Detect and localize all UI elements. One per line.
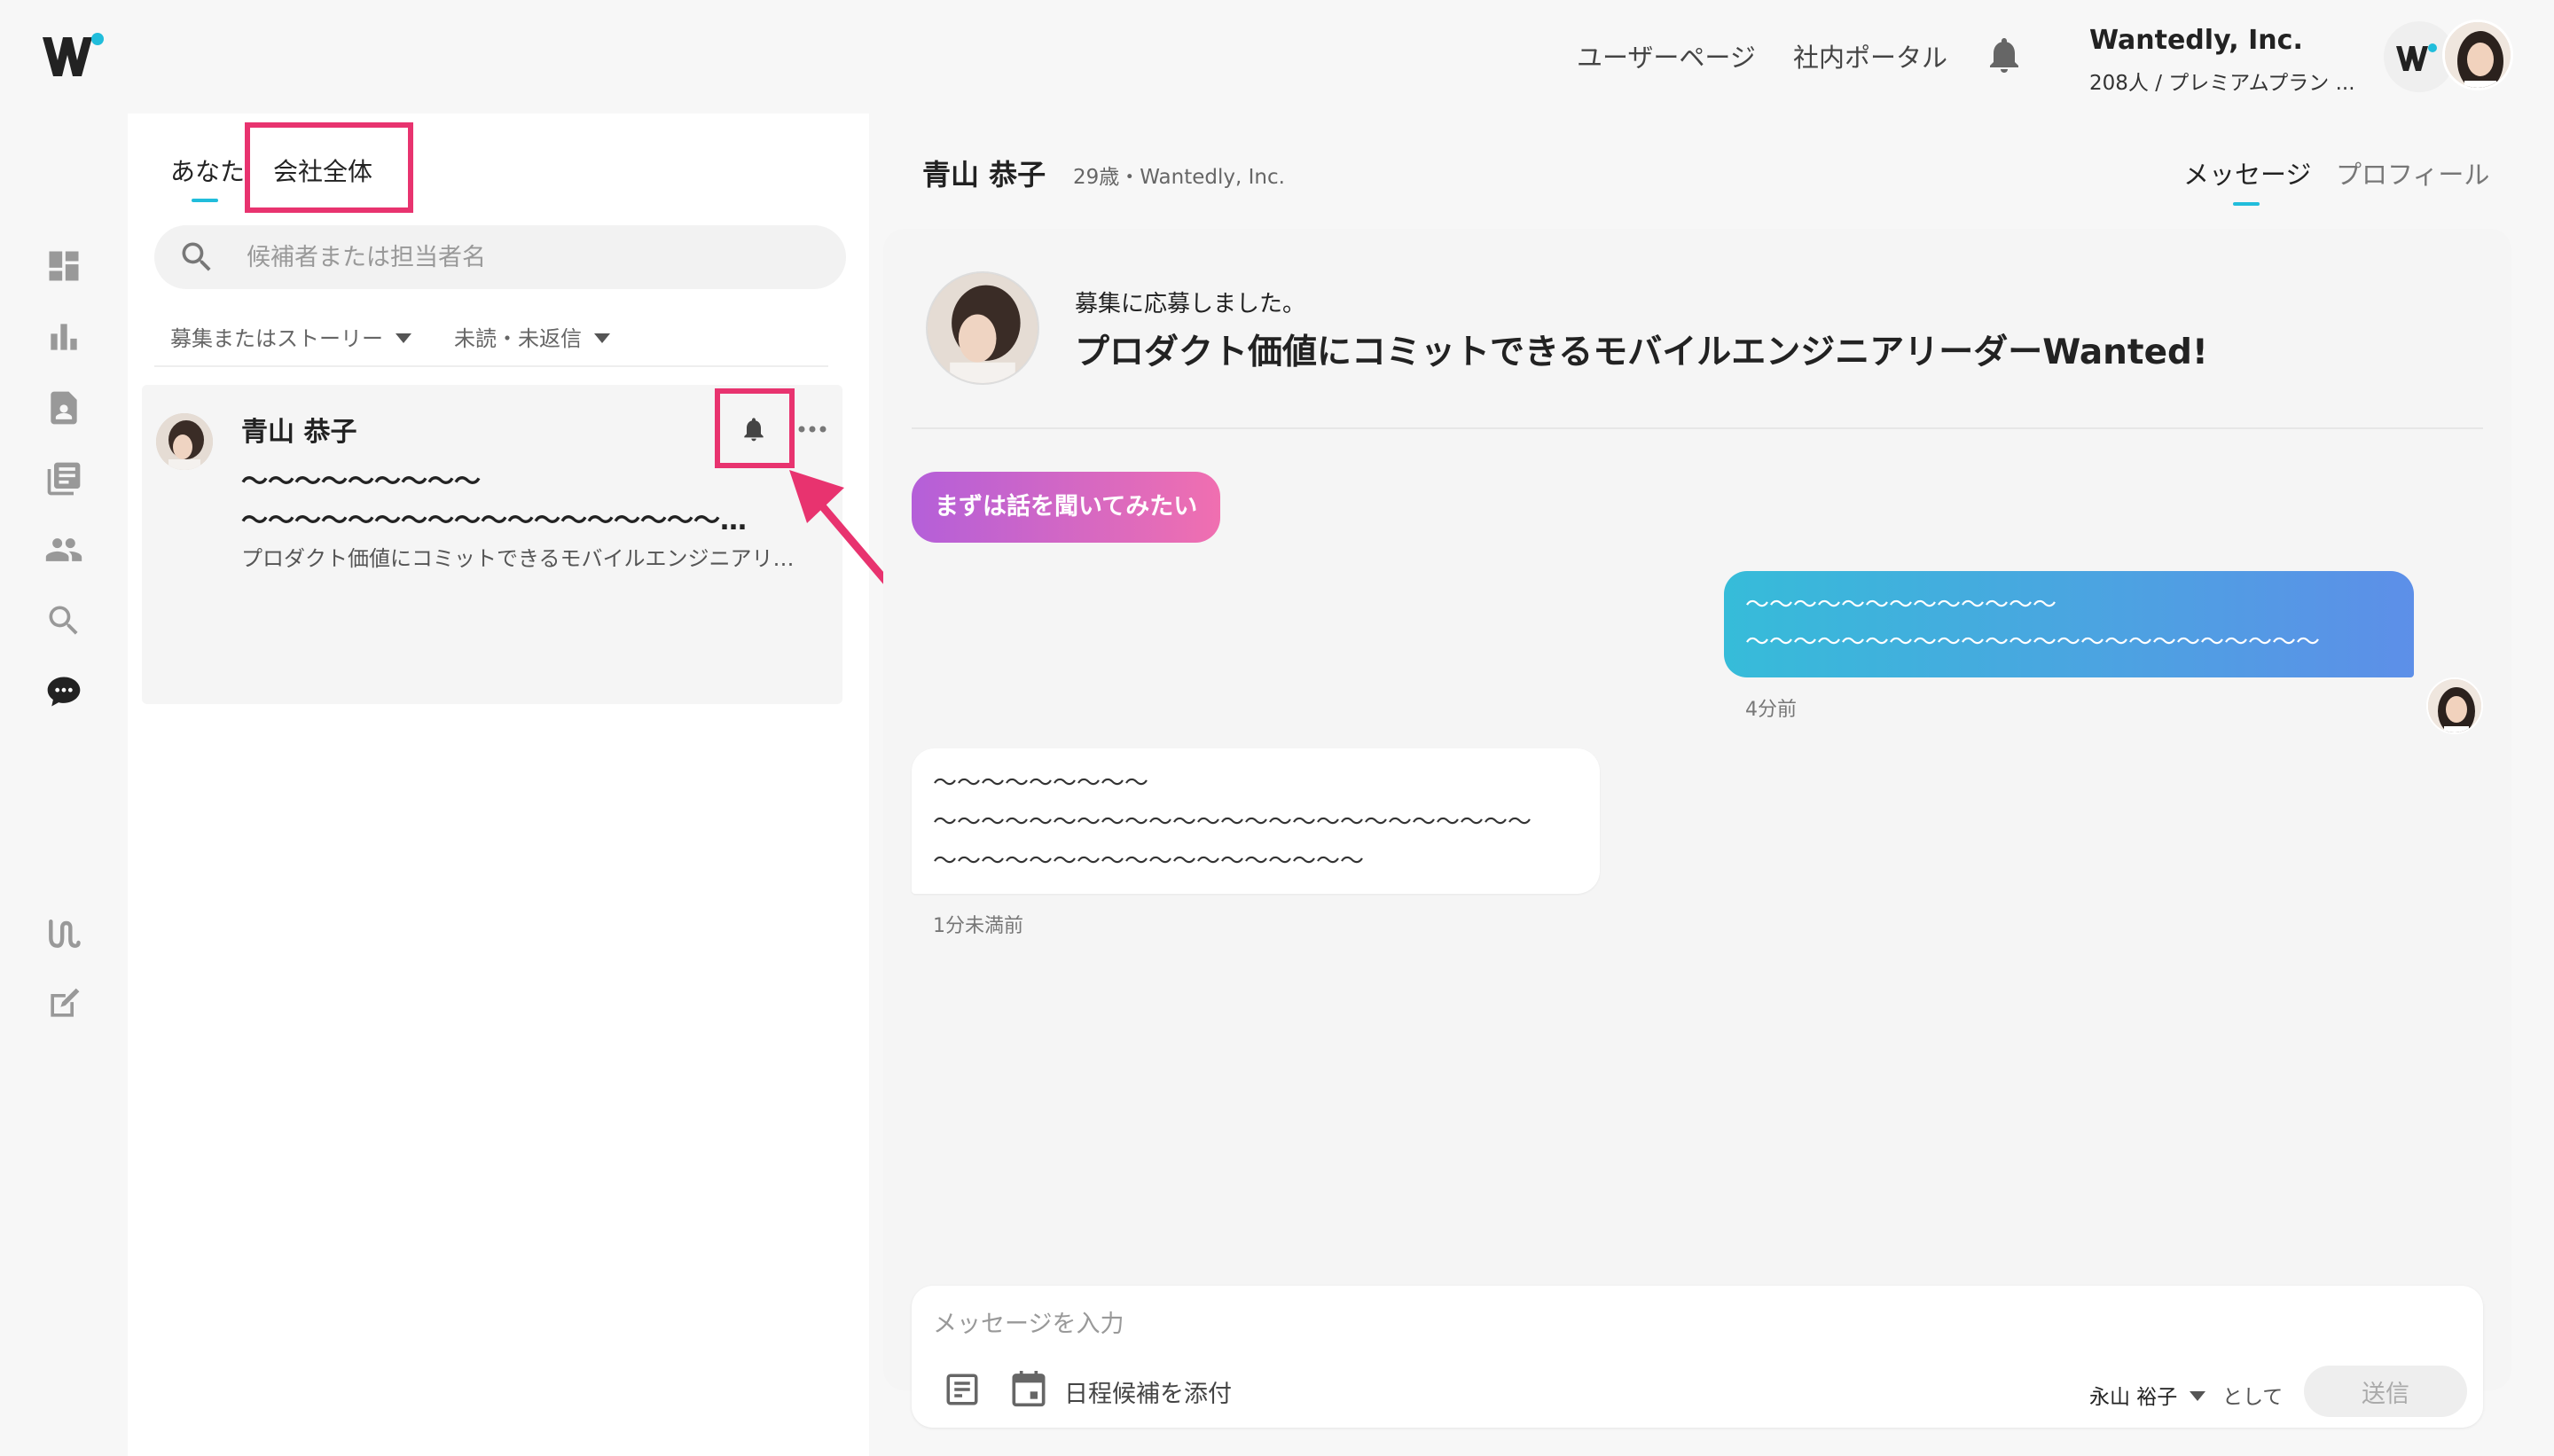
message-input[interactable]: [933, 1302, 2440, 1346]
chat-divider: [912, 427, 2483, 429]
caret-down-icon: [396, 333, 411, 343]
tab-messages-indicator: [2233, 202, 2260, 206]
tab-company-highlight: [245, 122, 413, 213]
candidate-avatar: [156, 413, 213, 470]
send-button[interactable]: 送信: [2304, 1366, 2467, 1417]
tab-you-indicator: [192, 199, 218, 202]
incoming-message-line2: 〜〜〜〜〜〜〜〜〜〜〜〜〜〜〜〜〜〜〜〜〜〜〜〜〜: [933, 809, 1532, 836]
conversation-preview-line1: 〜〜〜〜〜〜〜〜〜: [241, 466, 481, 497]
compose-icon[interactable]: [44, 984, 83, 1023]
more-options-icon[interactable]: [795, 420, 830, 438]
application-job-title[interactable]: プロダクト価値にコミットできるモバイルエンジニアリーダーWanted!: [1075, 325, 2208, 374]
sender-avatar: [2426, 677, 2483, 734]
conversation-job-title: プロダクト価値にコミットできるモバイルエンジニアリー...: [241, 546, 809, 571]
message-composer: 日程候補を添付 永山 裕子 として 送信: [912, 1286, 2483, 1428]
sender-select[interactable]: 永山 裕子: [2089, 1380, 2206, 1410]
stories-icon[interactable]: [44, 459, 83, 498]
template-icon[interactable]: [944, 1371, 981, 1408]
applicant-photo-icon: [928, 273, 1038, 383]
tab-profile[interactable]: プロフィール: [2336, 154, 2489, 192]
chat-panel: 募集に応募しました。 プロダクト価値にコミットできるモバイルエンジニアリーダーW…: [883, 229, 2511, 1428]
user-page-link[interactable]: ユーザーページ: [1577, 37, 1756, 74]
company-plan: 208人 / プレミアムプラン ...: [2089, 72, 2355, 95]
status-filter-label: 未読・未返信: [454, 326, 582, 351]
search-icon[interactable]: [44, 601, 83, 640]
interest-badge: まずは話を聞いてみたい: [912, 472, 1221, 543]
outgoing-message-line1: 〜〜〜〜〜〜〜〜〜〜〜〜〜: [1745, 591, 2057, 619]
side-rail: [0, 114, 128, 1456]
search-input[interactable]: [247, 225, 814, 289]
company-name: Wantedly, Inc.: [2089, 25, 2303, 56]
recruitment-filter[interactable]: 募集またはストーリー: [170, 321, 411, 352]
notification-bell-icon[interactable]: [1983, 34, 2025, 76]
user-photo-icon: [2445, 22, 2511, 88]
members-icon[interactable]: [44, 530, 83, 569]
bell-highlight: [715, 388, 795, 468]
tab-messages[interactable]: メッセージ: [2183, 154, 2311, 192]
analytics-icon[interactable]: [44, 317, 83, 356]
conversation-item[interactable]: 青山 恭子 〜〜〜〜〜〜〜〜〜 〜〜〜〜〜〜〜〜〜〜〜〜〜〜〜〜〜〜〜... プ…: [142, 385, 842, 704]
tab-you[interactable]: あなた: [170, 153, 245, 188]
sender-photo-icon: [2428, 679, 2481, 732]
status-filter[interactable]: 未読・未返信: [454, 321, 610, 352]
wantedly-story-icon[interactable]: [44, 913, 83, 952]
attach-schedule-button[interactable]: 日程候補を添付: [1064, 1374, 1232, 1409]
top-header: ユーザーページ 社内ポータル Wantedly, Inc. 208人 / プレミ…: [0, 0, 2554, 114]
applicant-avatar: [926, 271, 1039, 385]
conversation-name: 青山 恭子: [241, 417, 357, 448]
outgoing-message-line2: 〜〜〜〜〜〜〜〜〜〜〜〜〜〜〜〜〜〜〜〜〜〜〜〜: [1745, 629, 2320, 656]
conversation-preview-line2: 〜〜〜〜〜〜〜〜〜〜〜〜〜〜〜〜〜〜〜...: [241, 505, 764, 536]
outgoing-message-bubble: 〜〜〜〜〜〜〜〜〜〜〜〜〜 〜〜〜〜〜〜〜〜〜〜〜〜〜〜〜〜〜〜〜〜〜〜〜〜: [1724, 571, 2414, 677]
incoming-message-line3: 〜〜〜〜〜〜〜〜〜〜〜〜〜〜〜〜〜〜: [933, 848, 1364, 875]
sender-as-label: として: [2222, 1386, 2284, 1409]
conversation-list-panel: あなた 会社全体 募集またはストーリー 未読・未返信 青山 恭子 〜〜〜〜〜〜〜…: [128, 114, 869, 1456]
caret-down-icon: [594, 333, 610, 343]
search-icon: [182, 242, 211, 271]
candidate-photo-icon: [156, 413, 213, 470]
recruitment-filter-label: 募集またはストーリー: [170, 326, 383, 351]
candidate-icon[interactable]: [44, 388, 83, 427]
portal-link[interactable]: 社内ポータル: [1793, 37, 1947, 74]
search-box: [154, 225, 846, 289]
calendar-icon[interactable]: [1011, 1369, 1046, 1408]
account-switcher[interactable]: [2384, 20, 2513, 94]
incoming-message-line1: 〜〜〜〜〜〜〜〜〜: [933, 770, 1148, 797]
chat-candidate-meta: 29歳・Wantedly, Inc.: [1073, 166, 1285, 189]
chat-candidate-name: 青山 恭子: [922, 158, 1046, 192]
caret-down-icon: [2190, 1391, 2206, 1401]
dashboard-icon[interactable]: [44, 247, 83, 286]
wantedly-logo[interactable]: [41, 32, 106, 82]
sender-select-value: 永山 裕子: [2089, 1386, 2178, 1409]
filter-divider: [154, 365, 828, 367]
outgoing-message-time: 4分前: [1745, 699, 1797, 721]
user-avatar: [2442, 20, 2513, 90]
incoming-message-time: 1分未満前: [933, 915, 1023, 937]
application-label: 募集に応募しました。: [1075, 291, 1306, 317]
chat-icon[interactable]: [44, 672, 83, 711]
incoming-message-bubble: 〜〜〜〜〜〜〜〜〜 〜〜〜〜〜〜〜〜〜〜〜〜〜〜〜〜〜〜〜〜〜〜〜〜〜 〜〜〜〜…: [912, 748, 1600, 894]
